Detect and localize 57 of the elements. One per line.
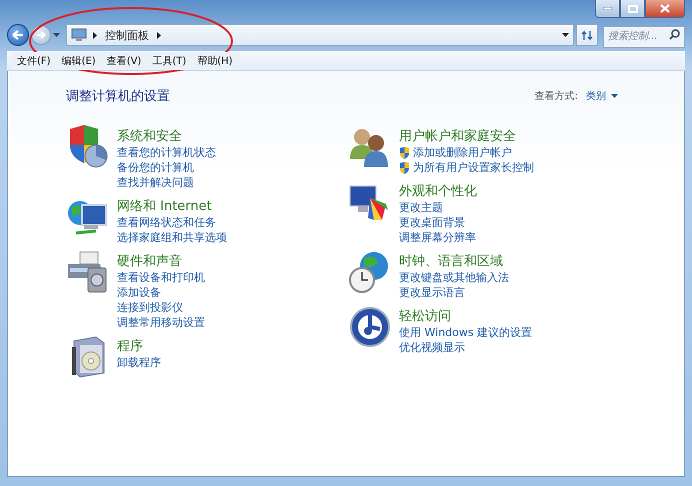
page-heading: 调整计算机的设置 <box>66 88 170 105</box>
task-link[interactable]: 查看您的计算机状态 <box>117 145 216 160</box>
dropdown-caret-icon[interactable] <box>562 33 569 37</box>
task-link[interactable]: 优化视频显示 <box>399 340 465 355</box>
refresh-button[interactable] <box>576 24 598 46</box>
menu-item[interactable]: 文件(F) <box>11 52 57 70</box>
category-title-link[interactable]: 系统和安全 <box>117 129 216 145</box>
task-link[interactable]: 更改显示语言 <box>399 285 465 300</box>
close-icon <box>660 4 670 13</box>
address-bar[interactable]: 控制面板 <box>66 24 574 46</box>
category-title-link[interactable]: 外观和个性化 <box>399 184 477 200</box>
task-link[interactable]: 查找并解决问题 <box>117 175 194 190</box>
task-link[interactable]: 添加或删除用户帐户 <box>399 145 512 160</box>
close-button[interactable] <box>645 0 685 18</box>
menu-item[interactable]: 帮助(H) <box>191 52 239 70</box>
monitor-icon <box>71 28 87 42</box>
category-title-link[interactable]: 硬件和声音 <box>117 254 205 270</box>
category-title-link[interactable]: 轻松访问 <box>399 309 532 325</box>
view-by-label: 查看方式: <box>534 90 578 103</box>
breadcrumb-item[interactable]: 控制面板 <box>105 28 149 42</box>
maximize-icon <box>628 4 638 12</box>
accessibility-icon <box>348 305 392 349</box>
task-link[interactable]: 添加设备 <box>117 285 161 300</box>
category-title-link[interactable]: 时钟、语言和区域 <box>399 254 509 270</box>
view-by-dropdown[interactable]: 类别 <box>586 89 618 103</box>
dropdown-caret-icon <box>611 94 618 98</box>
task-link[interactable]: 备份您的计算机 <box>117 160 194 175</box>
breadcrumb-arrow-icon[interactable] <box>157 32 161 38</box>
task-link[interactable]: 查看网络状态和任务 <box>117 215 216 230</box>
back-button[interactable] <box>7 24 29 46</box>
task-link[interactable]: 为所有用户设置家长控制 <box>399 160 534 175</box>
forward-button[interactable] <box>31 25 51 45</box>
maximize-button[interactable] <box>620 0 645 18</box>
task-link[interactable]: 选择家庭组和共享选项 <box>117 230 227 245</box>
breadcrumb-arrow-icon[interactable] <box>93 32 97 38</box>
task-link[interactable]: 更改键盘或其他输入法 <box>399 270 509 285</box>
task-link[interactable]: 查看设备和打印机 <box>117 270 205 285</box>
task-link[interactable]: 更改桌面背景 <box>399 215 465 230</box>
task-link[interactable]: 使用 Windows 建议的设置 <box>399 325 532 340</box>
minimize-button[interactable] <box>595 0 620 18</box>
menu-item[interactable]: 编辑(E) <box>56 52 102 70</box>
category-title-link[interactable]: 程序 <box>117 339 161 355</box>
task-link[interactable]: 更改主题 <box>399 200 443 215</box>
refresh-arrows-icon <box>581 30 593 40</box>
task-link[interactable]: 卸载程序 <box>117 355 161 370</box>
menu-item[interactable]: 查看(V) <box>100 52 148 70</box>
minimize-icon <box>603 7 612 10</box>
category-title-link[interactable]: 网络和 Internet <box>117 199 227 215</box>
task-link[interactable]: 调整常用移动设置 <box>117 315 205 330</box>
menu-item[interactable]: 工具(T) <box>146 52 192 70</box>
task-link[interactable]: 连接到投影仪 <box>117 300 183 315</box>
search-icon <box>669 29 680 40</box>
search-field[interactable]: 搜索控制... <box>603 26 685 48</box>
category-title-link[interactable]: 用户帐户和家庭安全 <box>399 129 534 145</box>
forward-arrow-icon <box>36 31 46 39</box>
task-link[interactable]: 调整屏幕分辨率 <box>399 230 476 245</box>
back-arrow-icon <box>12 30 24 40</box>
